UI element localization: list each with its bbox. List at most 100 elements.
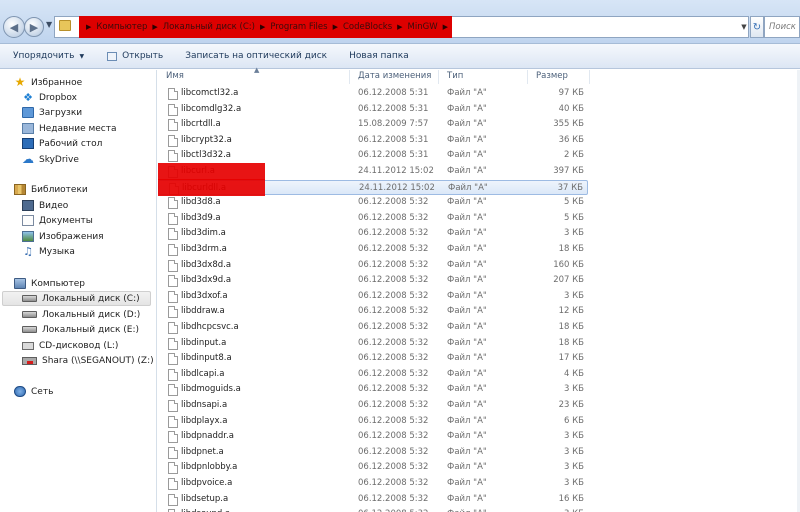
- file-icon: [168, 103, 178, 116]
- file-row[interactable]: libcomdlg32.a 06.12.2008 5:31 Файл "A" 40 К…: [158, 102, 588, 117]
- column-header-type[interactable]: Тип: [439, 70, 528, 84]
- breadcrumb-separator-icon[interactable]: ▶: [152, 23, 157, 31]
- file-row[interactable]: libd3drm.a 06.12.2008 5:32 Файл "A" 18 КБ: [158, 242, 588, 257]
- file-row[interactable]: libdinput.a 06.12.2008 5:32 Файл "A" 18 КБ: [158, 336, 588, 351]
- file-row[interactable]: libdpvoice.a 06.12.2008 5:32 Файл "A" 3 КБ: [158, 476, 588, 491]
- file-row[interactable]: libdmoguids.a 06.12.2008 5:32 Файл "A" 3 КБ: [158, 382, 588, 397]
- annotation-highlight: [158, 163, 265, 180]
- file-date: 06.12.2008 5:32: [358, 197, 429, 208]
- nav-drive-c[interactable]: Локальный диск (C:): [2, 291, 151, 306]
- file-row[interactable]: libcomctl32.a 06.12.2008 5:31 Файл "A" 97 К…: [158, 86, 588, 101]
- search-input[interactable]: Поиск: [764, 16, 800, 38]
- file-type: Файл "A": [447, 337, 487, 348]
- file-type: Файл "A": [447, 150, 487, 161]
- file-date: 24.11.2012 15:02: [359, 182, 435, 193]
- file-name: libdhcpcsvc.a: [181, 322, 239, 332]
- file-row[interactable]: libdplayx.a 06.12.2008 5:32 Файл "A" 6 КБ: [158, 414, 588, 429]
- breadcrumb-separator-icon[interactable]: ▶: [333, 23, 338, 31]
- file-type: Файл "A": [447, 88, 487, 98]
- file-row[interactable]: libctl3d32.a 06.12.2008 5:31 Файл "A" 2 КБ: [158, 148, 588, 163]
- file-row[interactable]: libd3dim.a 06.12.2008 5:32 Файл "A" 3 КБ: [158, 226, 588, 241]
- refresh-button[interactable]: ↻: [750, 16, 764, 38]
- file-row[interactable]: libdpnlobby.a 06.12.2008 5:32 Файл "A" 3 КБ: [158, 460, 588, 475]
- breadcrumb-separator-icon[interactable]: ▶: [260, 23, 265, 31]
- breadcrumb-separator-icon[interactable]: ▶: [86, 23, 91, 31]
- file-row[interactable]: libcrtdll.a 15.08.2009 7:57 Файл "A" 355 КБ: [158, 117, 588, 132]
- breadcrumb-separator-icon[interactable]: ▶: [397, 23, 402, 31]
- breadcrumb-item-mingw[interactable]: MinGW: [408, 22, 438, 32]
- organize-button[interactable]: Упорядочить ▼: [13, 44, 84, 69]
- forward-button[interactable]: ▶: [24, 17, 44, 37]
- breadcrumb-separator-icon[interactable]: ▶: [443, 23, 448, 31]
- file-size: 6 КБ: [564, 415, 584, 426]
- file-size: 3 КБ: [564, 507, 584, 512]
- file-row[interactable]: libdinput8.a 06.12.2008 5:32 Файл "A" 17 КБ: [158, 351, 588, 366]
- file-row[interactable]: libdpnet.a 06.12.2008 5:32 Файл "A" 3 КБ: [158, 445, 588, 460]
- nav-desktop[interactable]: Рабочий стол: [22, 136, 102, 151]
- nav-libraries[interactable]: Библиотеки: [14, 182, 88, 197]
- open-button[interactable]: Открыть: [107, 44, 163, 69]
- file-icon: [168, 478, 178, 490]
- nav-drive-z[interactable]: Shara (\\SEGANOUT) (Z:): [22, 353, 154, 368]
- breadcrumb-item-computer[interactable]: Компьютер: [96, 22, 147, 32]
- file-size: 5 КБ: [564, 197, 584, 208]
- nav-drive-d[interactable]: Локальный диск (D:): [22, 307, 140, 322]
- file-icon: [168, 462, 178, 475]
- file-type: Файл "A": [447, 212, 487, 223]
- file-icon: [168, 134, 178, 147]
- breadcrumb-item-codeblocks[interactable]: CodeBlocks: [343, 22, 392, 32]
- file-row[interactable]: libdhcpcsvc.a 06.12.2008 5:32 Файл "A" 18 К…: [158, 320, 588, 335]
- nav-label: Видео: [39, 200, 69, 211]
- file-row[interactable]: libcrypt32.a 06.12.2008 5:31 Файл "A" 36 КБ: [158, 133, 588, 148]
- video-icon: [22, 200, 34, 211]
- breadcrumb-item-program-files[interactable]: Program Files: [270, 22, 327, 32]
- file-row[interactable]: libd3dx8d.a 06.12.2008 5:32 Файл "A" 160 КБ: [158, 258, 588, 273]
- recent-pages-chevron-icon[interactable]: ▼: [46, 20, 52, 29]
- file-row[interactable]: libd3dxof.a 06.12.2008 5:32 Файл "A" 3 КБ: [158, 289, 588, 304]
- nav-dropbox[interactable]: ❖ Dropbox: [22, 90, 77, 105]
- file-type: Файл "A": [447, 228, 487, 239]
- new-folder-button[interactable]: Новая папка: [349, 44, 409, 69]
- breadcrumb-item-drive-c[interactable]: Локальный диск (C:): [163, 22, 255, 32]
- cd-drive-icon: [22, 341, 34, 350]
- nav-drive-e[interactable]: Локальный диск (E:): [22, 322, 139, 337]
- file-row[interactable]: libddraw.a 06.12.2008 5:32 Файл "A" 12 КБ: [158, 304, 588, 319]
- column-header-name[interactable]: Имя: [158, 70, 350, 84]
- nav-network[interactable]: Сеть: [14, 384, 53, 399]
- nav-label: Избранное: [31, 77, 83, 88]
- nav-label: CD-дисковод (L:): [39, 340, 119, 351]
- file-type: Файл "A": [447, 493, 487, 504]
- file-date: 06.12.2008 5:32: [358, 322, 429, 332]
- nav-recent-places[interactable]: Недавние места: [22, 121, 117, 136]
- file-size: 40 КБ: [558, 103, 584, 114]
- column-header-date[interactable]: Дата изменения: [350, 70, 439, 84]
- nav-drive-l[interactable]: CD-дисковод (L:): [22, 338, 118, 353]
- file-row[interactable]: libdsound.a 06.12.2008 5:32 Файл "A" 3 КБ: [158, 507, 588, 512]
- nav-favorites[interactable]: ★ Избранное: [14, 75, 83, 90]
- file-type: Файл "A": [447, 446, 487, 457]
- nav-documents[interactable]: Документы: [22, 213, 93, 228]
- nav-music[interactable]: ♫ Музыка: [22, 244, 75, 259]
- nav-video[interactable]: Видео: [22, 198, 68, 213]
- file-row[interactable]: libd3d8.a 06.12.2008 5:32 Файл "A" 5 КБ: [158, 195, 588, 210]
- file-date: 24.11.2012 15:02: [358, 166, 434, 176]
- address-history-dropdown-icon[interactable]: ▼: [739, 17, 749, 37]
- file-row[interactable]: libd3dx9d.a 06.12.2008 5:32 Файл "A" 207 КБ: [158, 273, 588, 288]
- organize-label: Упорядочить: [13, 51, 75, 61]
- breadcrumb[interactable]: ▶ Компьютер ▶ Локальный диск (C:) ▶ Prog…: [79, 16, 452, 38]
- file-row[interactable]: libdsetup.a 06.12.2008 5:32 Файл "A" 16 КБ: [158, 492, 588, 507]
- column-header-size[interactable]: Размер: [528, 70, 590, 84]
- file-row[interactable]: libd3d9.a 06.12.2008 5:32 Файл "A" 5 КБ: [158, 211, 588, 226]
- file-row[interactable]: libdlcapi.a 06.12.2008 5:32 Файл "A" 4 КБ: [158, 367, 588, 382]
- file-icon: [168, 400, 178, 412]
- file-size: 18 КБ: [558, 337, 584, 348]
- back-button[interactable]: ◀: [3, 16, 25, 38]
- nav-pictures[interactable]: Изображения: [22, 229, 104, 244]
- pictures-icon: [22, 231, 34, 242]
- nav-skydrive[interactable]: ☁ SkyDrive: [22, 152, 79, 167]
- file-row[interactable]: libdnsapi.a 06.12.2008 5:32 Файл "A" 23 КБ: [158, 398, 588, 413]
- nav-computer[interactable]: Компьютер: [14, 276, 85, 291]
- nav-downloads[interactable]: Загрузки: [22, 105, 82, 120]
- burn-to-disc-button[interactable]: Записать на оптический диск: [185, 44, 327, 69]
- file-row[interactable]: libdpnaddr.a 06.12.2008 5:32 Файл "A" 3 КБ: [158, 429, 588, 444]
